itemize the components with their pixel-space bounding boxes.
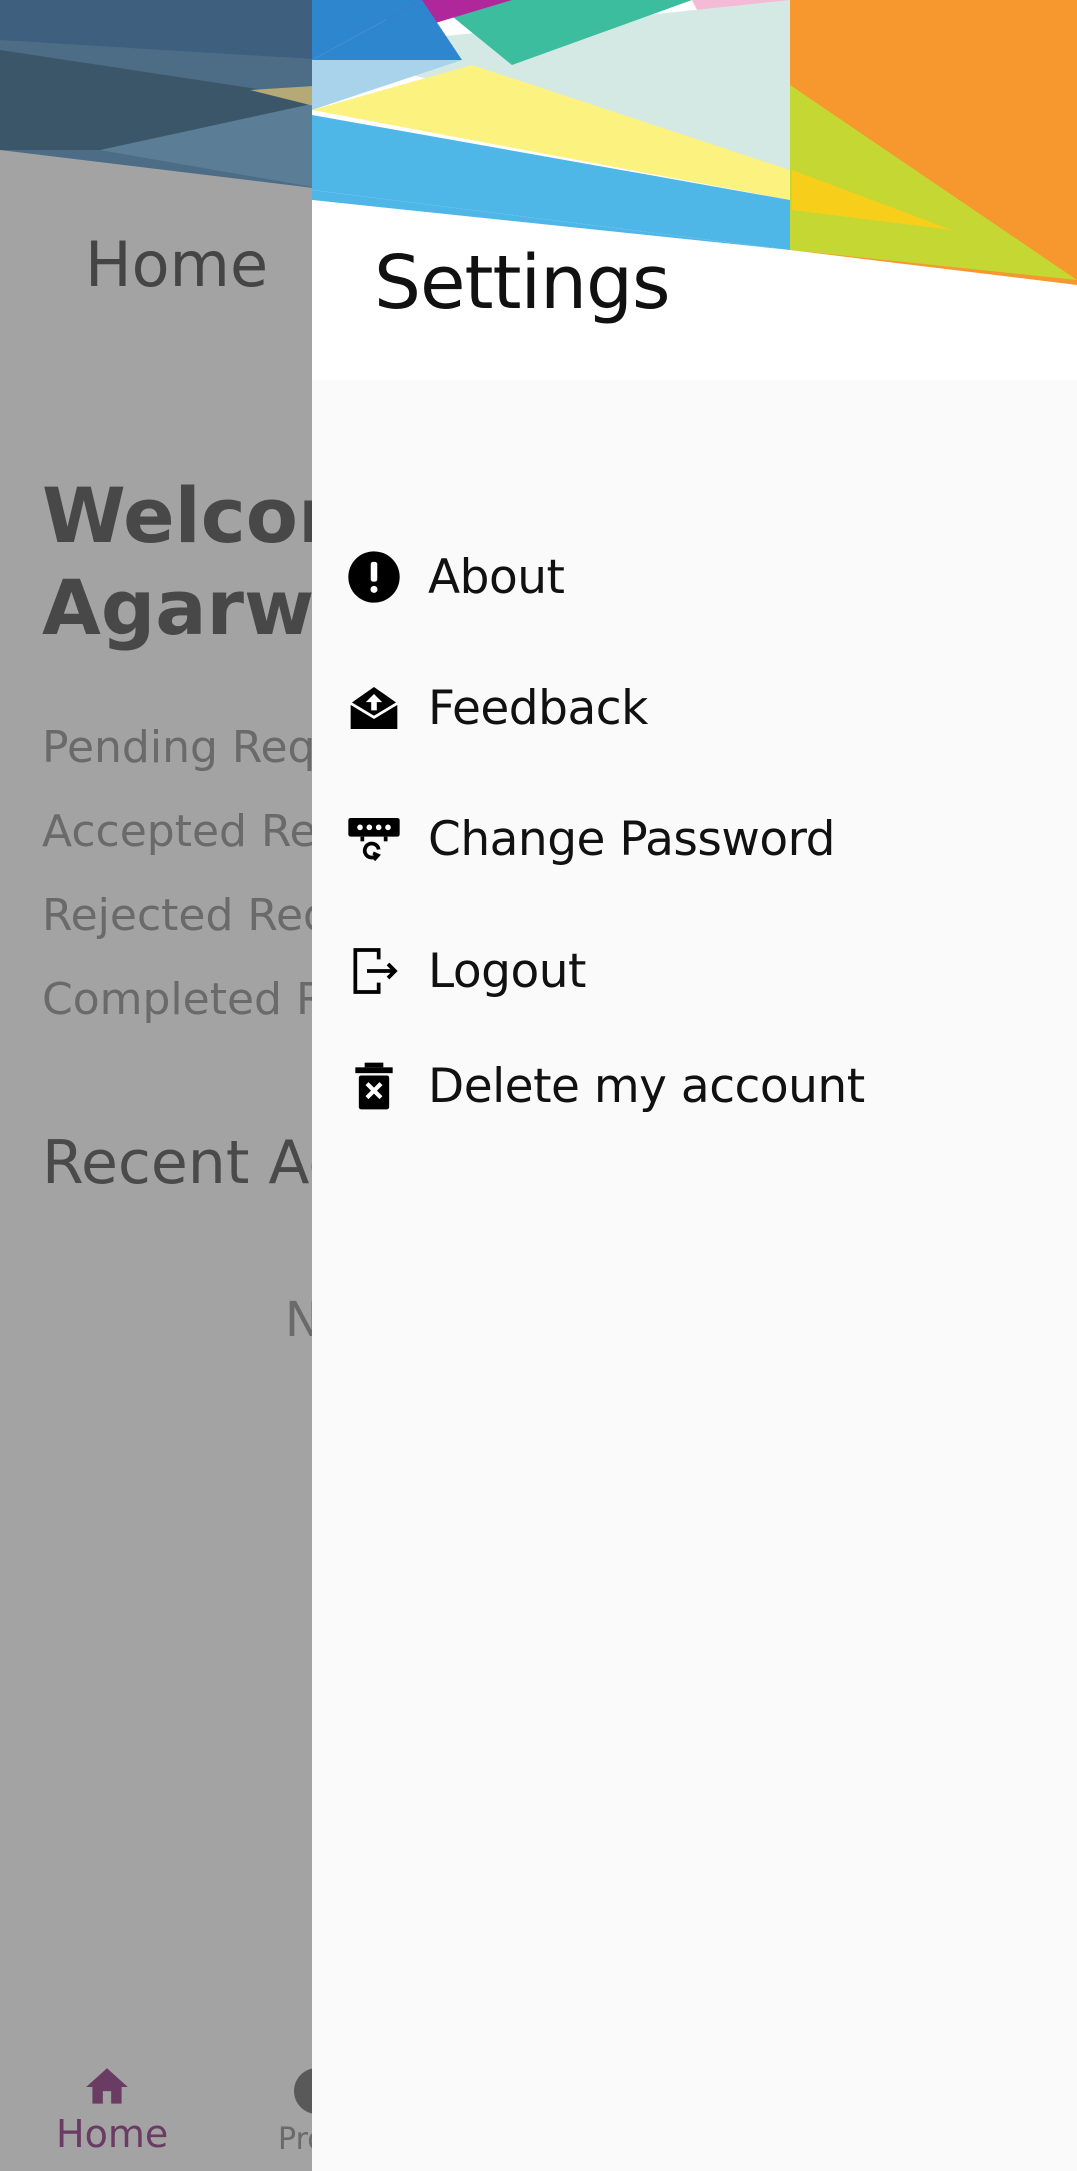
background-page-title: Home [85, 228, 269, 301]
info-alert-icon [346, 549, 402, 605]
menu-item-delete-account[interactable]: Delete my account [312, 1031, 1077, 1141]
background-stat-pending: Pending Req [42, 722, 316, 773]
menu-item-change-password[interactable]: Change Password [312, 784, 1077, 894]
menu-item-feedback-label: Feedback [428, 680, 648, 736]
menu-item-change-password-label: Change Password [428, 811, 835, 867]
password-reset-icon [346, 811, 402, 867]
menu-item-logout-label: Logout [428, 943, 586, 999]
background-recent-heading: Recent Ac [42, 1128, 342, 1198]
background-stat-accepted: Accepted Re [42, 806, 317, 857]
settings-drawer: Settings About Feedback Change Password … [312, 0, 1077, 2171]
drawer-title: Settings [374, 240, 671, 326]
menu-item-about[interactable]: About [312, 522, 1077, 632]
background-stat-completed: Completed R [42, 974, 327, 1025]
logout-icon [346, 943, 402, 999]
background-nav-home-label: Home [56, 2112, 169, 2156]
menu-item-feedback[interactable]: Feedback [312, 653, 1077, 763]
delete-trash-icon [346, 1058, 402, 1114]
menu-item-logout[interactable]: Logout [312, 916, 1077, 1026]
background-stat-rejected: Rejected Req [42, 890, 331, 941]
menu-item-delete-account-label: Delete my account [428, 1058, 865, 1114]
drawer-header: Settings [312, 0, 1077, 380]
home-icon [86, 2068, 128, 2104]
menu-item-about-label: About [428, 549, 565, 605]
mail-open-icon [346, 680, 402, 736]
